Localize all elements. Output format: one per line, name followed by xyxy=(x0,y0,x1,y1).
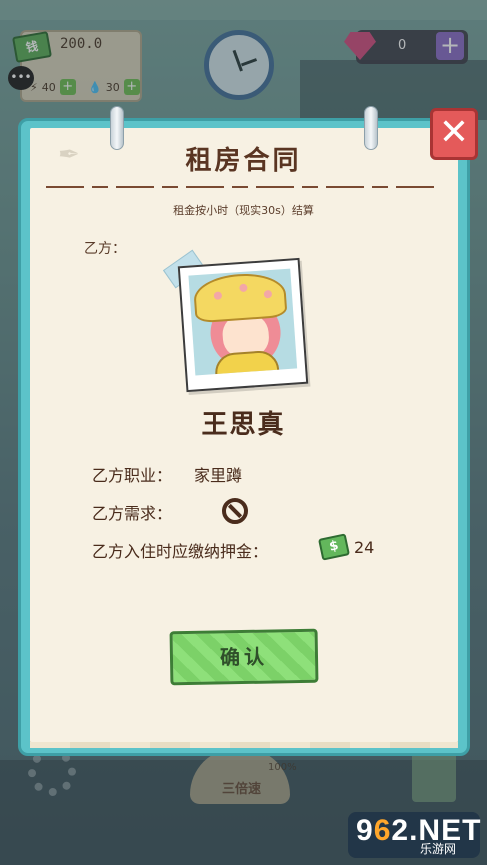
need-label: 乙方需求： xyxy=(92,504,173,523)
cap-dot xyxy=(213,291,223,300)
watermark-logo: 962.NET xyxy=(356,814,482,847)
deposit-value: 24 xyxy=(354,538,375,557)
contract-subtitle: 租金按小时（现实30s）结算 xyxy=(173,204,314,217)
title-divider xyxy=(46,186,440,188)
job-value: 家里蹲 xyxy=(194,466,243,485)
cap-dot xyxy=(263,289,273,299)
cap-dot xyxy=(239,283,248,293)
avatar-nightcap xyxy=(192,270,288,324)
confirm-button[interactable]: 确认 xyxy=(169,628,319,686)
contract-title: 租房合同 xyxy=(185,146,302,176)
no-requirement-icon xyxy=(222,498,248,524)
job-label: 乙方职业： xyxy=(92,466,173,485)
watermark-subtitle: 乐游网 xyxy=(420,842,457,856)
tenant-portrait xyxy=(177,257,309,393)
party-b-label: 乙方： xyxy=(84,241,126,257)
deposit-label: 乙方入住时应缴纳押金： xyxy=(92,542,269,561)
tenant-name: 王思真 xyxy=(201,410,286,440)
avatar xyxy=(188,268,298,376)
